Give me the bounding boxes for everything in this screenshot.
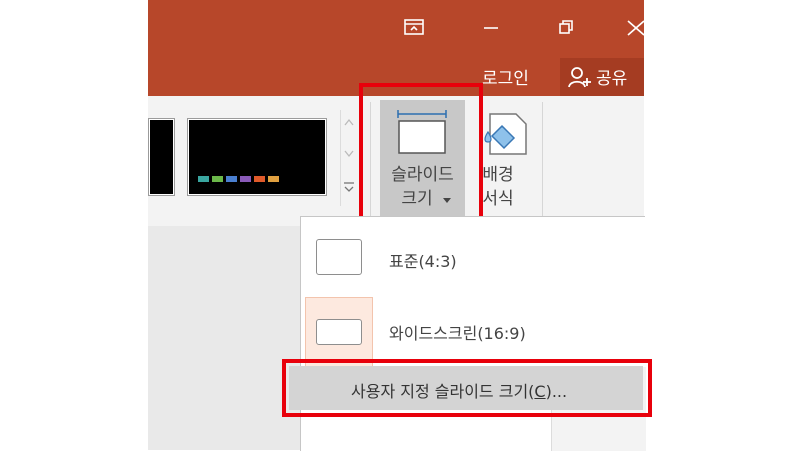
menu-item-widescreen-label: 와이드스크린(16:9) [389,324,526,343]
highlight-box-slide-size [359,83,483,228]
highlight-box-custom-size [282,359,652,417]
close-icon[interactable] [622,12,644,42]
add-person-icon [568,67,591,88]
menu-item-standard-label: 표준(4:3) [389,252,457,271]
title-bar [148,0,644,58]
theme-thumbnail[interactable] [187,118,327,196]
format-background-button[interactable]: 배경 서식 [474,100,534,218]
menu-item-widescreen[interactable]: 와이드스크린(16:9) [301,295,645,367]
theme-color-swatch [240,176,251,182]
theme-color-swatch [198,176,209,182]
scroll-down-icon[interactable] [344,150,354,158]
minimize-icon[interactable] [473,12,509,42]
group-divider [542,102,543,220]
share-label: 공유 [596,69,628,89]
theme-color-swatch [268,176,279,182]
standard-slide-icon [316,239,362,275]
widescreen-slide-icon [316,319,362,345]
format-background-icon [484,113,527,155]
login-link[interactable]: 로그인 [482,64,529,89]
theme-color-swatch [226,176,237,182]
window-edge [644,0,800,450]
menu-item-standard[interactable]: 표준(4:3) [301,225,645,289]
share-button[interactable]: 공유 [560,58,644,96]
theme-color-swatch [254,176,265,182]
theme-color-swatch [212,176,223,182]
restore-icon[interactable] [548,12,584,42]
gallery-scroll [340,110,357,206]
ribbon-display-options-icon[interactable] [396,12,432,42]
theme-thumbnail-partial[interactable] [148,118,175,196]
scroll-up-icon[interactable] [344,118,354,126]
gallery-more-icon[interactable] [343,180,355,194]
